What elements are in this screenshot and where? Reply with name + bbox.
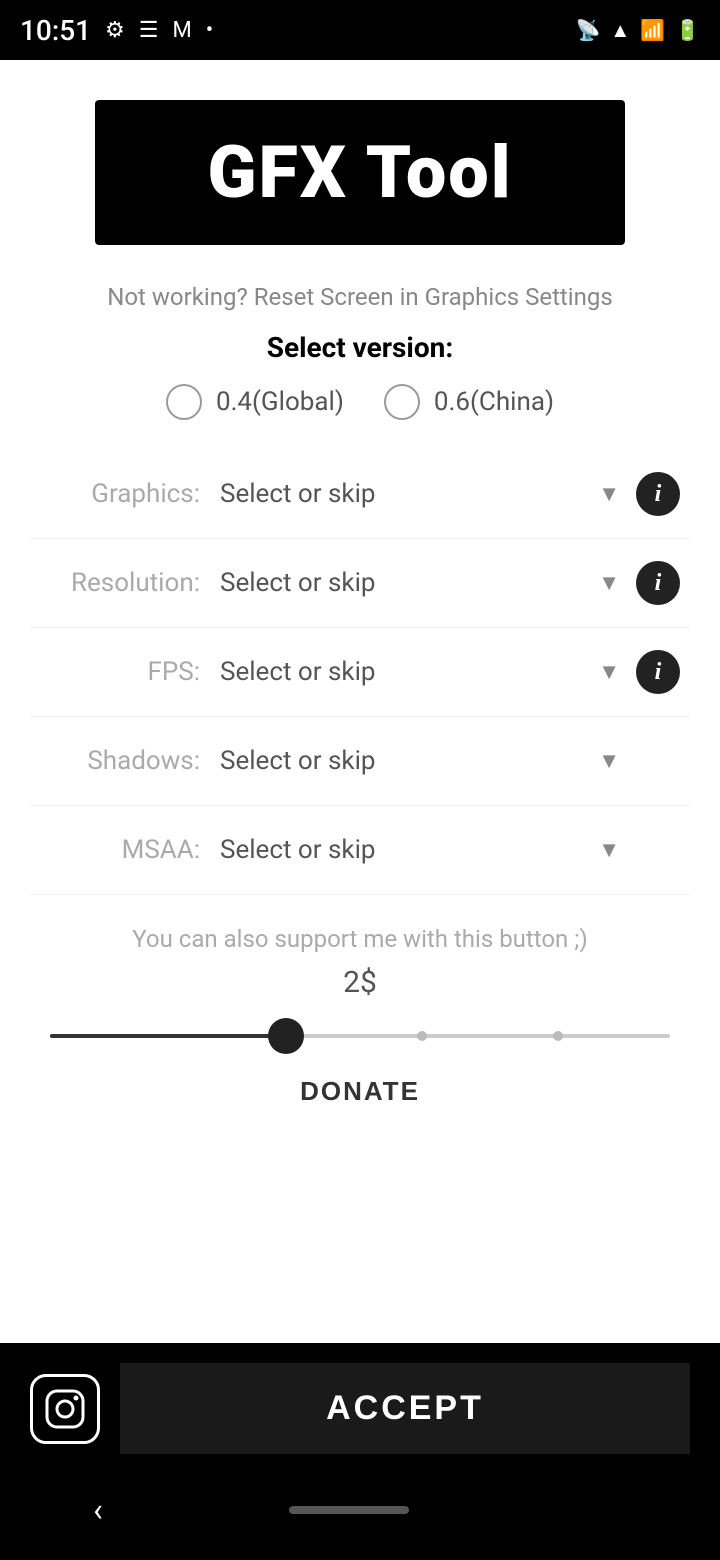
graphics-arrow-icon: ▼	[598, 481, 620, 507]
fps-dropdown[interactable]: Select or skip ▼	[220, 657, 620, 687]
app-title: GFX Tool	[207, 130, 512, 215]
graphics-label: Graphics:	[40, 479, 200, 509]
donate-slider-tick-2	[553, 1031, 563, 1041]
fps-row: FPS: Select or skip ▼ i	[30, 628, 690, 717]
msaa-dropdown[interactable]: Select or skip ▼	[220, 835, 620, 865]
version-options: 0.4(Global) 0.6(China)	[166, 384, 554, 420]
donate-description: You can also support me with this button…	[132, 925, 587, 953]
shadows-value: Select or skip	[220, 746, 376, 776]
status-right: 📡 ▲ 📶 🔋	[575, 18, 700, 43]
donate-button[interactable]: DONATE	[300, 1076, 420, 1107]
donate-slider-container[interactable]	[30, 1016, 690, 1056]
signal-icon: 📶	[640, 18, 665, 42]
battery-icon: 🔋	[675, 18, 700, 42]
version-global-label: 0.4(Global)	[216, 387, 344, 417]
donate-slider-track[interactable]	[50, 1034, 670, 1038]
resolution-info-icon[interactable]: i	[636, 561, 680, 605]
version-china[interactable]: 0.6(China)	[384, 384, 554, 420]
select-version-label: Select version:	[267, 331, 453, 364]
gear-icon: ⚙	[105, 18, 125, 43]
shadows-label: Shadows:	[40, 746, 200, 776]
fps-arrow-icon: ▼	[598, 659, 620, 685]
resolution-label: Resolution:	[40, 568, 200, 598]
graphics-info-icon[interactable]: i	[636, 472, 680, 516]
instagram-icon[interactable]	[30, 1374, 100, 1444]
status-left: 10:51 ⚙ ☰ M •	[20, 14, 213, 47]
cast-icon: 📡	[575, 18, 600, 42]
gmail-icon: M	[173, 18, 192, 43]
fps-label: FPS:	[40, 657, 200, 687]
status-bar: 10:51 ⚙ ☰ M • 📡 ▲ 📶 🔋	[0, 0, 720, 60]
home-indicator[interactable]	[289, 1506, 409, 1514]
resolution-arrow-icon: ▼	[598, 570, 620, 596]
status-time: 10:51	[20, 14, 91, 47]
msaa-label: MSAA:	[40, 835, 200, 865]
main-content: GFX Tool Not working? Reset Screen in Gr…	[0, 60, 720, 1343]
back-button[interactable]: ‹	[93, 1491, 103, 1529]
donate-slider-fill	[50, 1034, 286, 1038]
settings-section: Graphics: Select or skip ▼ i Resolution:…	[30, 450, 690, 895]
radio-china[interactable]	[384, 384, 420, 420]
dot-icon: •	[206, 18, 213, 43]
version-global[interactable]: 0.4(Global)	[166, 384, 344, 420]
msaa-arrow-icon: ▼	[598, 837, 620, 863]
graphics-dropdown[interactable]: Select or skip ▼	[220, 479, 620, 509]
fps-value: Select or skip	[220, 657, 376, 687]
logo-banner: GFX Tool	[95, 100, 625, 245]
resolution-dropdown[interactable]: Select or skip ▼	[220, 568, 620, 598]
graphics-value: Select or skip	[220, 479, 376, 509]
donate-slider-thumb[interactable]	[268, 1018, 304, 1054]
message-icon: ☰	[139, 18, 159, 43]
fps-info-icon[interactable]: i	[636, 650, 680, 694]
msaa-row: MSAA: Select or skip ▼ i	[30, 806, 690, 895]
accept-button[interactable]: ACCEPT	[120, 1363, 690, 1454]
shadows-dropdown[interactable]: Select or skip ▼	[220, 746, 620, 776]
resolution-value: Select or skip	[220, 568, 376, 598]
resolution-row: Resolution: Select or skip ▼ i	[30, 539, 690, 628]
radio-global[interactable]	[166, 384, 202, 420]
donate-amount: 2$	[343, 965, 377, 1000]
shadows-row: Shadows: Select or skip ▼ i	[30, 717, 690, 806]
version-china-label: 0.6(China)	[434, 387, 554, 417]
nav-bar: ‹	[0, 1470, 720, 1560]
subtitle-text: Not working? Reset Screen in Graphics Se…	[107, 283, 613, 311]
donate-section: You can also support me with this button…	[30, 915, 690, 1137]
graphics-row: Graphics: Select or skip ▼ i	[30, 450, 690, 539]
shadows-arrow-icon: ▼	[598, 748, 620, 774]
bottom-bar: ACCEPT	[0, 1343, 720, 1470]
msaa-value: Select or skip	[220, 835, 376, 865]
donate-slider-tick-1	[417, 1031, 427, 1041]
wifi-icon: ▲	[610, 18, 630, 43]
